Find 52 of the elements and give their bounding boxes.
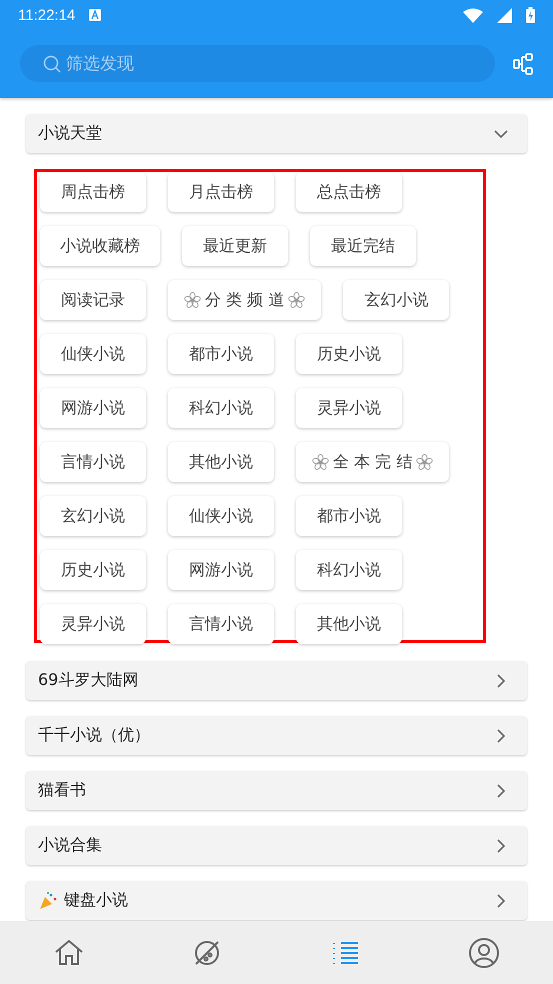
category-tag[interactable]: 周点击榜 [40,172,146,212]
battery-icon [526,7,535,23]
category-tag[interactable]: 言情小说 [168,604,274,644]
source-title: 小说合集 [38,835,103,856]
category-tag[interactable]: 网游小说 [40,388,146,428]
category-tag[interactable]: 全 本 完 结 [296,442,450,482]
category-tag[interactable]: 言情小说 [40,442,146,482]
category-tag[interactable]: 其他小说 [168,442,274,482]
source-card[interactable]: 小说天堂 [26,114,527,153]
source-card[interactable]: 键盘小说 [26,881,527,920]
source-title: 猫看书 [38,780,87,801]
party-popper-icon [38,890,58,910]
keyboard-notification-icon [89,9,102,21]
category-tag[interactable]: 月点击榜 [168,172,274,212]
category-tag[interactable]: 仙侠小说 [168,496,274,536]
flower-icon [416,454,434,470]
category-tag[interactable]: 科幻小说 [296,550,402,590]
source-title: 键盘小说 [64,890,129,911]
source-card[interactable]: 千千小说（优） [26,716,527,755]
category-tag[interactable]: 科幻小说 [168,388,274,428]
user-icon [468,936,500,968]
status-time: 11:22:14 [18,6,76,24]
category-tag[interactable]: 都市小说 [168,334,274,374]
category-tag[interactable]: 最近完结 [310,226,416,266]
signal-icon [497,8,512,22]
source-card[interactable]: 小说合集 [26,826,527,865]
category-tag[interactable]: 其他小说 [296,604,402,644]
flower-icon [184,292,201,308]
source-card[interactable]: 69斗罗大陆网 [26,661,527,700]
category-tag[interactable]: 仙侠小说 [40,334,146,374]
search-field[interactable]: 筛选发现 [20,45,495,82]
source-card[interactable]: 猫看书 [26,771,527,810]
category-tag[interactable]: 最近更新 [182,226,288,266]
category-tag[interactable]: 阅读记录 [40,280,146,320]
category-tag[interactable]: 玄幻小说 [343,280,450,320]
category-tag[interactable]: 历史小说 [40,550,146,590]
wifi-icon [463,8,483,22]
category-tag[interactable]: 小说收藏榜 [40,226,160,266]
category-tag[interactable]: 灵异小说 [40,604,146,644]
source-title: 69斗罗大陆网 [38,670,140,691]
flower-icon [288,292,306,308]
category-tag[interactable]: 都市小说 [296,496,402,536]
category-tag[interactable]: 历史小说 [296,334,402,374]
category-tag[interactable]: 灵异小说 [296,388,402,428]
flower-icon [312,454,329,470]
category-tag[interactable]: 分 类 频 道 [168,280,322,320]
category-tag[interactable]: 网游小说 [168,550,274,590]
category-tag[interactable]: 总点击榜 [296,172,402,212]
source-title: 千千小说（优） [38,725,151,746]
category-tag[interactable]: 玄幻小说 [40,496,146,536]
source-title: 小说天堂 [38,123,103,144]
search-icon [43,55,61,73]
